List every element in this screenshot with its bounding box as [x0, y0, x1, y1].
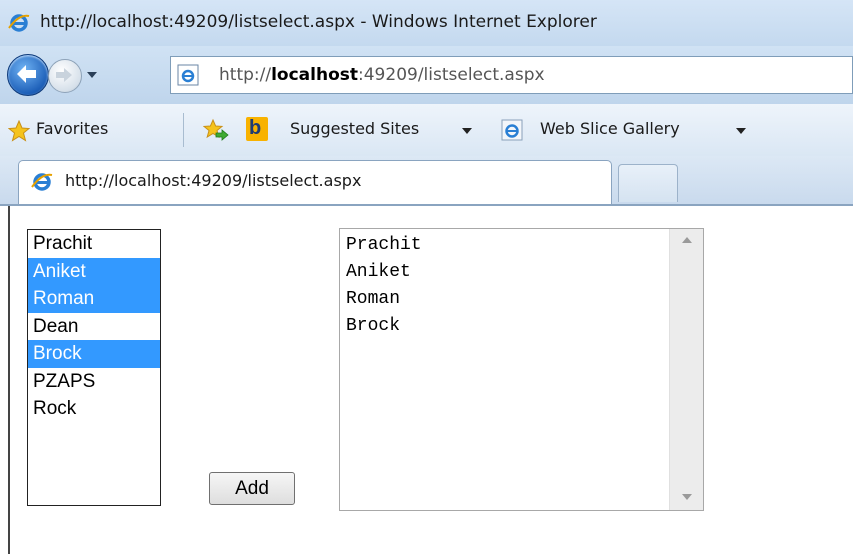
ie-icon: [31, 173, 53, 191]
textarea-line: Brock: [346, 316, 401, 336]
new-tab-button[interactable]: [618, 164, 678, 202]
ie-page-icon: [177, 64, 199, 86]
textarea-line: Roman: [346, 289, 401, 309]
chevron-down-icon[interactable]: [462, 128, 472, 134]
chevron-down-icon[interactable]: [736, 128, 746, 134]
listbox-option[interactable]: PZAPS: [28, 368, 160, 396]
add-favorite-icon[interactable]: [203, 118, 229, 142]
bing-icon[interactable]: b: [246, 117, 268, 141]
textarea-line: Prachit: [346, 235, 422, 255]
scroll-up-icon[interactable]: [682, 237, 692, 243]
favorites-bar: [0, 104, 853, 157]
listbox-option[interactable]: Brock: [28, 340, 160, 368]
textarea-line: Aniket: [346, 262, 411, 282]
back-button[interactable]: [7, 54, 49, 96]
star-icon[interactable]: [8, 120, 30, 142]
listbox-option[interactable]: Prachit: [28, 230, 160, 258]
selected-names-textarea[interactable]: Prachit Aniket Roman Brock: [339, 228, 704, 511]
suggested-sites-button[interactable]: Suggested Sites: [290, 119, 419, 138]
url-prefix: http://: [219, 65, 272, 85]
address-bar[interactable]: http://localhost:49209/listselect.aspx: [170, 56, 853, 94]
add-button[interactable]: Add: [209, 472, 295, 505]
back-arrow-icon: [17, 65, 36, 83]
bing-glyph: b: [249, 117, 262, 139]
listbox-option[interactable]: Roman: [28, 285, 160, 313]
toolbar-divider: [183, 113, 184, 147]
tab-listselect[interactable]: http://localhost:49209/listselect.aspx: [18, 160, 612, 204]
chevron-down-icon[interactable]: [86, 70, 98, 80]
names-listbox[interactable]: Prachit Aniket Roman Dean Brock PZAPS Ro…: [27, 229, 161, 506]
title-bar: http://localhost:49209/listselect.aspx -…: [0, 0, 853, 46]
window-title: http://localhost:49209/listselect.aspx -…: [40, 12, 597, 32]
tab-label: http://localhost:49209/listselect.aspx: [65, 171, 362, 190]
favorites-button[interactable]: Favorites: [36, 119, 108, 138]
scroll-down-icon[interactable]: [682, 494, 692, 500]
listbox-option[interactable]: Dean: [28, 313, 160, 341]
address-url[interactable]: http://localhost:49209/listselect.aspx: [219, 65, 545, 85]
listbox-option[interactable]: Rock: [28, 395, 160, 423]
forward-button[interactable]: [48, 59, 82, 93]
web-slice-gallery-button[interactable]: Web Slice Gallery: [540, 119, 680, 138]
ie-icon: [8, 14, 30, 32]
content-frame-border: [8, 206, 10, 554]
url-host: localhost: [271, 65, 359, 85]
url-suffix: :49209/listselect.aspx: [358, 65, 545, 85]
ie-icon[interactable]: [500, 118, 524, 142]
listbox-option[interactable]: Aniket: [28, 257, 160, 285]
forward-arrow-icon: [56, 68, 72, 82]
vertical-scrollbar[interactable]: [669, 229, 703, 510]
